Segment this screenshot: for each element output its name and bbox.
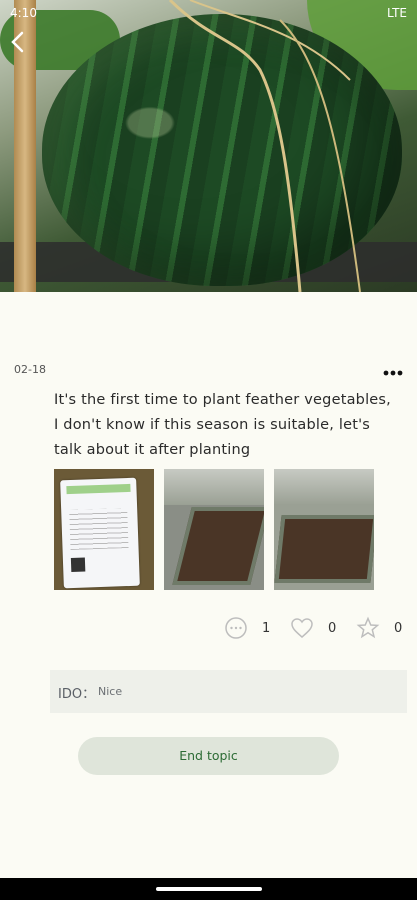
end-topic-button[interactable]: End topic (78, 737, 339, 775)
more-dots-icon (383, 370, 403, 376)
seed-packet (60, 477, 140, 589)
comment-author: IDO： (58, 687, 96, 702)
system-nav-bar (0, 878, 417, 900)
heart-icon (291, 618, 313, 638)
post-stats: 1 0 0 (220, 616, 410, 642)
status-bar: 4:10 LTE (10, 4, 407, 22)
back-button[interactable] (6, 30, 32, 56)
status-network: LTE (387, 6, 407, 20)
status-time: 4:10 (10, 6, 37, 20)
more-options-button[interactable] (383, 366, 403, 376)
hero-photo: 4:10 LTE (0, 0, 417, 292)
home-gesture-handle[interactable] (156, 887, 262, 891)
post-image-garden-bed[interactable] (164, 469, 264, 590)
star-icon (356, 616, 380, 639)
chevron-left-icon (11, 31, 24, 53)
post-text: It's the first time to plant feather veg… (54, 392, 391, 458)
like-count: 0 (328, 621, 337, 636)
post-image-garden-bed-2[interactable] (274, 469, 374, 590)
garden-bed (274, 515, 374, 583)
vine-twine (168, 0, 361, 292)
garden-bed (172, 507, 264, 585)
post-image-seed-packet[interactable] (54, 469, 154, 590)
comment-text: Nice (98, 685, 123, 698)
comment-count: 1 (262, 621, 271, 636)
favorite-count: 0 (394, 621, 403, 636)
post-date: 02-18 (14, 363, 46, 376)
post-images (54, 469, 374, 590)
comment-item: IDO： Nice (50, 670, 407, 713)
comment-icon (225, 617, 247, 639)
